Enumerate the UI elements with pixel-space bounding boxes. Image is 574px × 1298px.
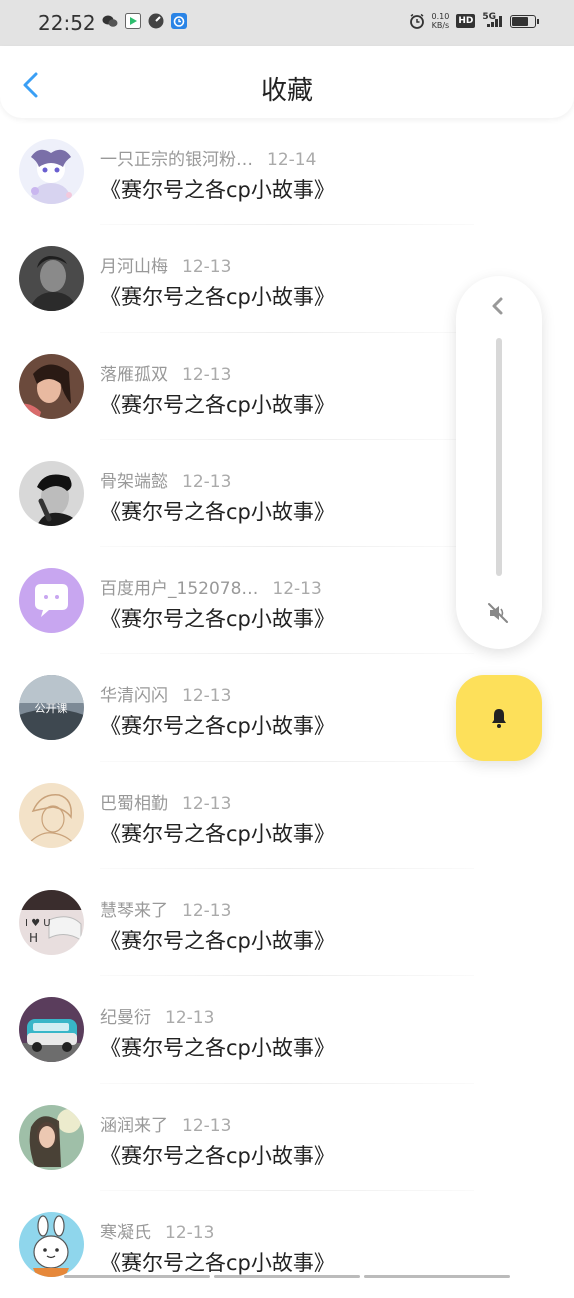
video-app-icon: [125, 13, 141, 29]
author-name: 华清闪闪: [100, 686, 168, 707]
author-name: 涵润来了: [100, 1115, 168, 1136]
bell-icon: [492, 709, 506, 728]
avatar: [19, 139, 84, 204]
avatar: I ♥ U H: [19, 890, 84, 956]
item-date: 12-13: [182, 686, 232, 707]
signal-indicator: 5G: [482, 12, 503, 27]
page-title: 收藏: [260, 76, 313, 106]
item-title: 《赛尔号之各cp小故事》: [100, 929, 335, 954]
item-meta: 巴蜀相勤 12-13: [100, 789, 231, 814]
avatar: [19, 782, 84, 848]
wechat-icon: [102, 13, 118, 29]
item-title: 《赛尔号之各cp小故事》: [100, 607, 335, 632]
item-meta: 骨架端懿 12-13: [100, 467, 231, 492]
avatar: [19, 997, 84, 1063]
item-title: 《赛尔号之各cp小故事》: [100, 285, 335, 310]
author-name: 寒凝氏: [100, 1222, 151, 1243]
author-name: 骨架端懿: [100, 471, 168, 492]
item-title: 《赛尔号之各cp小故事》: [100, 714, 335, 739]
author-name: 慧琴来了: [100, 901, 168, 922]
alarm-clock-icon: [409, 13, 425, 29]
item-meta: 华清闪闪 12-13: [100, 681, 231, 706]
item-date: 12-13: [182, 901, 232, 922]
mute-button[interactable]: [486, 601, 510, 625]
chevron-left-icon: [492, 297, 503, 315]
item-title: 《赛尔号之各cp小故事》: [100, 1250, 335, 1275]
volume-mute-icon: [488, 603, 508, 623]
list-item[interactable]: 巴蜀相勤 12-13 《赛尔号之各cp小故事》: [0, 762, 574, 870]
item-date: 12-13: [182, 364, 232, 385]
author-name: 纪曼衍: [100, 1008, 151, 1029]
item-meta: 涵润来了 12-13: [100, 1111, 231, 1136]
list-item[interactable]: I ♥ U H 慧琴来了 12-13 《赛尔号之各cp小故事》: [0, 869, 574, 977]
list-item[interactable]: 涵润来了 12-13 《赛尔号之各cp小故事》: [0, 1084, 574, 1191]
avatar: [19, 246, 84, 312]
status-indicators: 0.10 KB/s HD 5G: [409, 12, 539, 30]
item-date: 12-13: [165, 1222, 215, 1243]
avatar: [19, 1211, 84, 1277]
volume-slider[interactable]: [496, 338, 502, 576]
nav-header: 收藏: [0, 46, 574, 118]
item-meta: 百度用户_152078… 12-13: [100, 574, 322, 599]
avatar-text: 公开课: [35, 702, 68, 715]
item-title: 《赛尔号之各cp小故事》: [100, 1143, 335, 1168]
list-item[interactable]: 寒凝氏 12-13 《赛尔号之各cp小故事》: [0, 1191, 574, 1298]
author-name: 月河山梅: [100, 257, 168, 278]
avatar: [19, 1104, 84, 1170]
notification-bell-button[interactable]: [456, 675, 542, 761]
list-item[interactable]: 纪曼衍 12-13 《赛尔号之各cp小故事》: [0, 976, 574, 1084]
speedometer-app-icon: [148, 13, 164, 29]
list-item[interactable]: 一只正宗的银河粉… 12-14 《赛尔号之各cp小故事》: [0, 118, 574, 226]
item-date: 12-13: [182, 793, 232, 814]
author-name: 一只正宗的银河粉…: [100, 150, 253, 170]
avatar-text: I ♥ U: [25, 918, 51, 929]
battery-icon: [510, 14, 539, 28]
item-meta: 月河山梅 12-13: [100, 252, 231, 277]
item-title: 《赛尔号之各cp小故事》: [100, 499, 335, 524]
item-date: 12-13: [165, 1008, 215, 1029]
hd-badge: HD: [456, 14, 476, 28]
status-bar: 22:52 0.10 KB/s HD 5G: [0, 0, 574, 46]
author-name: 巴蜀相勤: [100, 793, 168, 814]
item-meta: 一只正宗的银河粉… 12-14: [100, 145, 316, 170]
item-meta: 纪曼衍 12-13: [100, 1003, 214, 1028]
author-name: 落雁孤双: [100, 364, 168, 385]
item-meta: 寒凝氏 12-13: [100, 1218, 214, 1243]
item-date: 12-13: [182, 257, 232, 278]
item-title: 《赛尔号之各cp小故事》: [100, 1036, 335, 1061]
author-name: 百度用户_152078…: [100, 579, 259, 600]
item-title: 《赛尔号之各cp小故事》: [100, 178, 335, 202]
avatar-text: H: [29, 931, 38, 945]
item-title: 《赛尔号之各cp小故事》: [100, 821, 335, 846]
item-date: 12-13: [272, 579, 322, 600]
avatar: [19, 568, 84, 634]
item-date: 12-14: [267, 150, 317, 170]
avatar: 公开课: [19, 675, 84, 741]
item-date: 12-13: [182, 471, 232, 492]
item-meta: 慧琴来了 12-13: [100, 896, 231, 921]
item-title: 《赛尔号之各cp小故事》: [100, 392, 335, 417]
avatar: [19, 460, 84, 526]
item-meta: 落雁孤双 12-13: [100, 360, 231, 385]
panel-collapse-button[interactable]: [488, 296, 508, 316]
status-app-icons: [102, 13, 187, 29]
floating-volume-panel: [456, 276, 542, 649]
avatar: [19, 353, 84, 419]
alarm-app-icon: [171, 13, 187, 29]
status-time: 22:52: [38, 11, 96, 35]
horizontal-scroll-indicator: [64, 1275, 510, 1278]
item-date: 12-13: [182, 1115, 232, 1136]
network-speed: 0.10 KB/s: [431, 12, 450, 30]
